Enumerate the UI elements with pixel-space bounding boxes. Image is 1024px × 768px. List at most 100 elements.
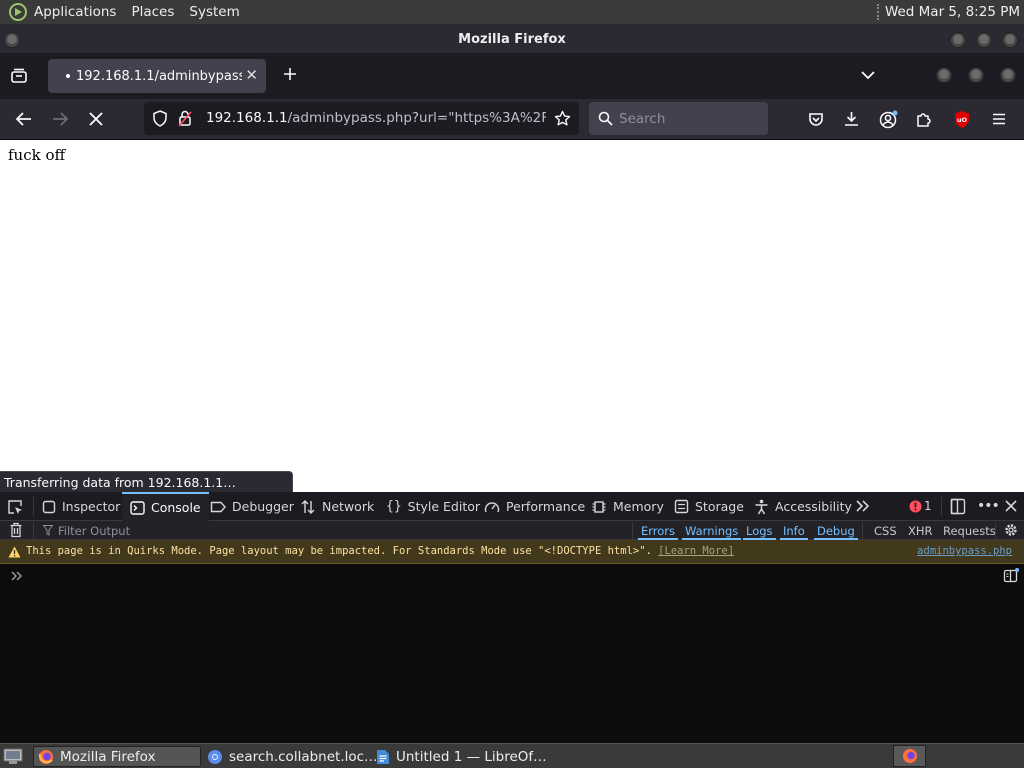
forward-arrow-icon[interactable] [51, 111, 69, 127]
memory-chip-icon [591, 499, 607, 515]
back-arrow-icon[interactable] [15, 111, 33, 127]
filter-logs-button[interactable]: Logs [743, 522, 776, 540]
filter-divider [862, 522, 863, 539]
ublock-origin-icon[interactable]: uO [953, 110, 971, 129]
error-count-icon[interactable] [909, 500, 922, 513]
element-picker-icon[interactable] [7, 499, 23, 515]
options-menu-icon[interactable]: ••• [977, 498, 1000, 514]
close-devtools-icon[interactable] [1004, 499, 1018, 513]
tab-close-icon[interactable]: ✕ [245, 66, 258, 84]
tab-console[interactable]: Console [122, 492, 209, 521]
tab-debugger[interactable]: Debugger [210, 492, 294, 521]
tab-memory[interactable]: Memory [591, 492, 664, 521]
editor-mode-toggle-icon[interactable] [1003, 568, 1019, 584]
devtools-panel: Inspector Console Debugger Network {} St… [0, 492, 1024, 743]
tabstrip-close-button[interactable] [1000, 67, 1016, 83]
filter-debug-button[interactable]: Debug [814, 522, 858, 540]
hamburger-menu-icon[interactable] [991, 111, 1007, 127]
url-text[interactable]: 192.168.1.1/adminbypass.php?url="https%3… [206, 110, 546, 126]
filter-info-button[interactable]: Info [780, 522, 808, 540]
tab-adminbypass[interactable]: 192.168.1.1/adminbypass.php ✕ [48, 59, 266, 93]
system-menu[interactable]: System [189, 4, 239, 20]
tab-storage-label: Storage [695, 499, 744, 514]
tab-style-editor[interactable]: {} Style Editor [386, 492, 480, 521]
tab-debugger-label: Debugger [232, 499, 294, 514]
loading-dot-icon [66, 74, 70, 78]
new-tab-icon[interactable] [282, 66, 298, 82]
insecure-lock-icon[interactable] [178, 110, 192, 127]
filter-divider [995, 522, 996, 539]
bookmark-star-icon[interactable] [554, 110, 571, 127]
maximize-button[interactable] [976, 32, 992, 48]
window-menu-button[interactable] [4, 32, 20, 48]
svg-text:uO: uO [957, 116, 968, 124]
debugger-icon [210, 501, 226, 513]
applications-menu[interactable]: Applications [34, 4, 116, 20]
filter-errors-button[interactable]: Errors [638, 522, 679, 540]
tab-inspector[interactable]: Inspector [42, 492, 120, 521]
tabstrip-maximize-button[interactable] [968, 67, 984, 83]
minimize-button[interactable] [950, 32, 966, 48]
top-panel: Applications Places System Wed Mar 5, 8:… [0, 0, 1024, 25]
filter-requests-button[interactable]: Requests [940, 522, 999, 540]
places-menu[interactable]: Places [131, 4, 174, 20]
tracking-protection-shield-icon[interactable] [152, 110, 168, 127]
page-body-text: fuck off [8, 146, 66, 164]
clock[interactable]: Wed Mar 5, 8:25 PM [876, 4, 1020, 20]
taskbar-item-label: search.collabnet.loc… [229, 748, 378, 765]
inspector-icon [42, 500, 56, 514]
filter-output-input[interactable]: Filter Output [58, 524, 130, 538]
url-path: /adminbypass.php?url="https%3A%2F%2F [287, 110, 546, 126]
learn-more-link[interactable]: [Learn More] [658, 545, 734, 557]
filter-divider [632, 522, 633, 539]
search-icon [598, 111, 613, 126]
filter-css-button[interactable]: CSS [871, 522, 900, 540]
stop-loading-icon[interactable] [88, 111, 104, 127]
tab-performance[interactable]: Performance [484, 492, 585, 521]
tabstrip-minimize-button[interactable] [936, 67, 952, 83]
tab-accessibility[interactable]: Accessibility [754, 492, 852, 521]
taskbar-item-label: Untitled 1 — LibreOf… [396, 748, 547, 765]
list-all-tabs-icon[interactable] [860, 69, 876, 81]
close-window-button[interactable] [1002, 32, 1018, 48]
workspace-switcher[interactable] [893, 745, 926, 767]
gnome-logo-icon[interactable] [8, 2, 28, 22]
toolbar-divider [941, 497, 942, 516]
firefox-view-icon[interactable] [10, 67, 28, 85]
console-input[interactable] [0, 564, 1024, 743]
dock-side-icon[interactable] [950, 498, 966, 515]
error-count[interactable]: 1 [924, 499, 932, 513]
devtools-toolbar: Inspector Console Debugger Network {} St… [0, 492, 1024, 521]
taskbar-item-libreoffice[interactable]: Untitled 1 — LibreOf… [372, 746, 547, 767]
filter-warnings-button[interactable]: Warnings [682, 522, 742, 540]
status-panel: Transferring data from 192.168.1.1… [0, 471, 293, 492]
search-bar[interactable]: Search [589, 102, 768, 135]
window-title-bar[interactable]: Mozilla Firefox [0, 25, 1024, 53]
taskbar-item-firefox[interactable]: Mozilla Firefox [33, 746, 201, 767]
filter-funnel-icon [43, 525, 53, 536]
show-desktop-icon[interactable] [3, 748, 23, 765]
taskbar-item-label: Mozilla Firefox [60, 748, 156, 765]
search-input[interactable]: Search [619, 111, 665, 127]
firefox-icon [38, 749, 54, 765]
tab-console-label: Console [151, 500, 201, 515]
pocket-icon[interactable] [808, 111, 824, 127]
taskbar-item-chromium[interactable]: search.collabnet.loc… [203, 746, 378, 767]
network-arrows-icon [300, 499, 316, 515]
url-bar[interactable]: 192.168.1.1/adminbypass.php?url="https%3… [144, 102, 579, 135]
console-settings-gear-icon[interactable] [1003, 522, 1019, 538]
console-prompt-chevron-icon [10, 570, 24, 582]
more-tools-chevrons-icon[interactable] [855, 499, 871, 513]
warning-source-link[interactable]: adminbypass.php [917, 545, 1012, 557]
style-editor-braces-icon: {} [386, 499, 402, 514]
clear-console-trash-icon[interactable] [9, 522, 23, 538]
chromium-icon [207, 749, 223, 765]
account-icon[interactable] [879, 110, 898, 129]
tab-network[interactable]: Network [300, 492, 374, 521]
console-icon [130, 500, 145, 515]
tab-storage[interactable]: Storage [674, 492, 744, 521]
extensions-puzzle-icon[interactable] [915, 110, 933, 128]
downloads-icon[interactable] [843, 110, 860, 127]
filter-xhr-button[interactable]: XHR [905, 522, 936, 540]
warning-triangle-icon [8, 546, 21, 558]
